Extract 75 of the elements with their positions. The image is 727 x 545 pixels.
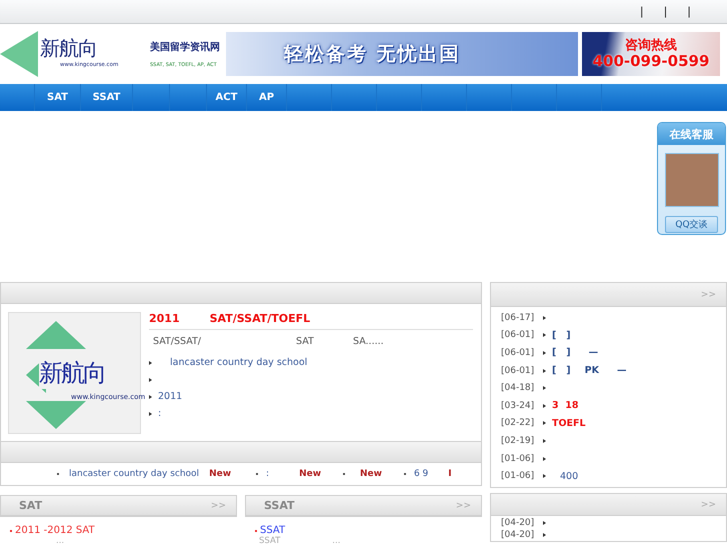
news-link[interactable]: PK	[584, 365, 599, 376]
ticker-link[interactable]: 6 9	[414, 469, 428, 479]
bullet-icon	[149, 394, 152, 398]
news-date: [06-01]	[501, 366, 536, 376]
bullet-icon	[543, 421, 546, 426]
logo-text: 新航向	[39, 357, 105, 389]
bullet-icon	[543, 474, 546, 478]
new-label: New	[209, 469, 232, 479]
summary-text: SAT	[296, 336, 315, 347]
bullet-icon	[543, 386, 546, 390]
bullet-icon	[149, 378, 152, 382]
summary-text: SSAT	[259, 536, 280, 545]
hotline-label: 咨询热线	[625, 38, 677, 53]
triangle-icon	[0, 31, 38, 77]
featured-title[interactable]: 2011	[149, 312, 180, 325]
bullet-icon	[543, 456, 546, 461]
slogan-text: 轻松备考 无忧出国	[284, 42, 461, 67]
news-date: [02-19]	[501, 436, 536, 446]
panel-title: SAT	[19, 499, 42, 512]
news-link[interactable]: TOEFL	[552, 418, 586, 429]
news-link[interactable]: [ ]	[552, 330, 571, 341]
bullet-icon	[543, 333, 546, 338]
bullet-icon	[149, 412, 152, 416]
article-link[interactable]: :	[158, 408, 162, 419]
site-tagline: 美国留学资讯网	[150, 40, 220, 54]
bullet-icon	[543, 350, 546, 355]
nav-link[interactable]: SAT	[34, 84, 80, 111]
bullet-icon	[543, 521, 546, 525]
summary-text: SA......	[353, 336, 385, 347]
nav-link[interactable]: AP	[246, 84, 286, 111]
news-date: [02-22]	[501, 418, 536, 428]
nav-link[interactable]: SSAT	[80, 84, 132, 111]
new-label: I	[448, 469, 452, 479]
logo-text: 新航向	[40, 38, 97, 58]
bullet-icon	[543, 438, 546, 443]
news-date: [06-01]	[501, 348, 536, 358]
bullet-icon	[149, 360, 152, 364]
news-link[interactable]: 3 18	[552, 400, 578, 412]
widget-title: 在线客服	[658, 123, 725, 145]
news-link[interactable]: 400	[560, 470, 578, 482]
photo-placeholder	[664, 153, 718, 207]
ticker-link[interactable]: :	[266, 469, 270, 479]
article-link[interactable]: 2011	[158, 391, 182, 402]
summary-text: ...	[332, 536, 340, 545]
news-date: [04-20]	[501, 530, 536, 540]
news-link[interactable]: —	[588, 347, 598, 358]
news-link[interactable]: [ ]	[552, 365, 571, 376]
news-date: [03-24]	[501, 400, 536, 411]
news-date: [06-17]	[501, 312, 536, 323]
news-link[interactable]: —	[616, 365, 626, 376]
article-link[interactable]: lancaster country day school	[170, 357, 308, 368]
separator: |	[687, 5, 691, 18]
new-label: New	[299, 469, 322, 479]
bullet-icon	[543, 533, 546, 537]
separator: |	[640, 5, 644, 18]
bullet-icon	[543, 316, 546, 320]
news-link[interactable]: [ ]	[552, 347, 571, 358]
bullet-icon	[543, 368, 546, 373]
news-date: [04-18]	[501, 383, 536, 394]
article-link[interactable]: 2011 -2012 SAT	[15, 525, 95, 536]
panel-title: SSAT	[264, 499, 295, 512]
featured-title[interactable]: SAT/SSAT/TOEFL	[210, 312, 310, 325]
bullet-icon	[543, 404, 546, 408]
summary-text: ...	[56, 536, 64, 545]
separator: |	[664, 5, 668, 18]
ticker-link[interactable]: lancaster country day school	[69, 469, 200, 479]
news-date: [01-06]	[501, 471, 536, 482]
article-link[interactable]: SSAT	[260, 525, 286, 536]
new-label: New	[360, 469, 382, 479]
chat-button[interactable]: QQ交谈	[665, 216, 718, 233]
news-date: [04-20]	[501, 518, 536, 528]
nav-link[interactable]: ACT	[206, 84, 246, 111]
news-date: [06-01]	[501, 330, 536, 340]
news-date: [01-06]	[501, 454, 536, 464]
summary-text: SAT/SSAT/	[153, 336, 202, 347]
